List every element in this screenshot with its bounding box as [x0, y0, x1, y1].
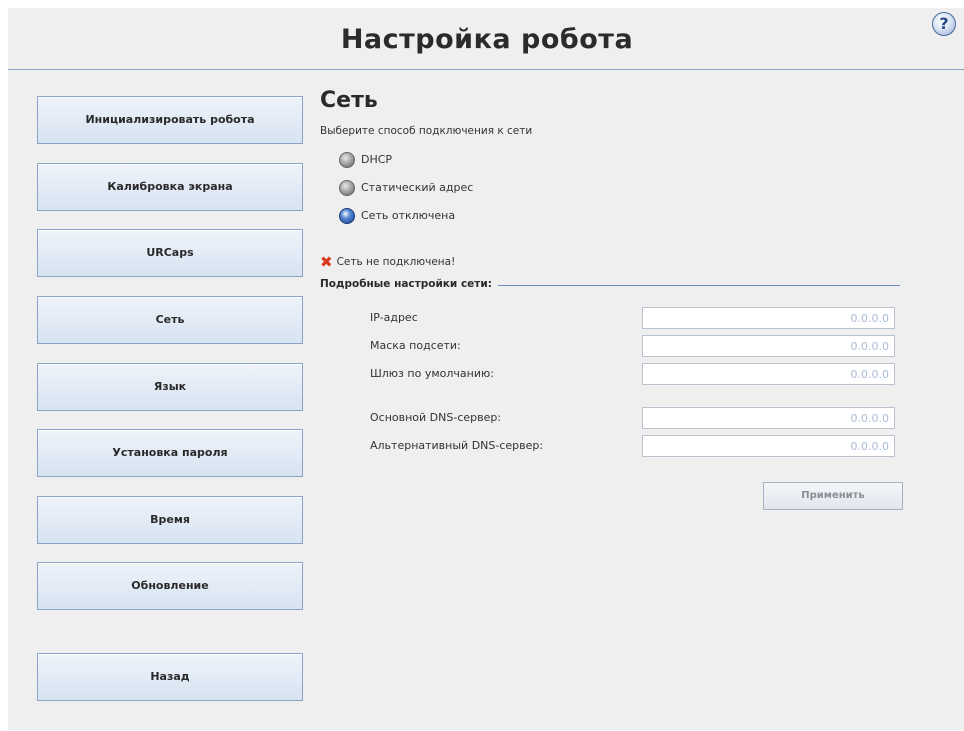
subnet-mask-input[interactable]: [642, 335, 895, 357]
network-button[interactable]: Сеть: [37, 296, 303, 344]
details-heading: Подробные настройки сети:: [320, 278, 498, 290]
status-text: Сеть не подключена!: [336, 256, 456, 268]
time-button[interactable]: Время: [37, 496, 303, 544]
subnet-mask-label: Маска подсети:: [370, 339, 461, 352]
page-title: Настройка робота: [340, 24, 634, 55]
help-icon[interactable]: ?: [932, 12, 956, 36]
radio-selected-icon: [339, 208, 355, 224]
radio-static-address[interactable]: Статический адрес: [339, 179, 473, 197]
alternate-dns-input[interactable]: [642, 435, 895, 457]
init-robot-button[interactable]: Инициализировать робота: [37, 96, 303, 144]
apply-button[interactable]: Применить: [763, 482, 903, 510]
back-button[interactable]: Назад: [37, 653, 303, 701]
section-title: Сеть: [320, 88, 378, 113]
update-button[interactable]: Обновление: [37, 562, 303, 610]
radio-unselected-icon: [339, 180, 355, 196]
radio-network-disabled[interactable]: Сеть отключена: [339, 207, 455, 225]
ip-address-input[interactable]: [642, 307, 895, 329]
primary-dns-input[interactable]: [642, 407, 895, 429]
radio-label: Статический адрес: [361, 181, 474, 194]
radio-label: Сеть отключена: [361, 209, 456, 222]
language-button[interactable]: Язык: [37, 363, 303, 411]
radio-unselected-icon: [339, 152, 355, 168]
urcaps-button[interactable]: URCaps: [37, 229, 303, 277]
radio-label: DHCP: [361, 153, 393, 166]
default-gateway-label: Шлюз по умолчанию:: [370, 367, 494, 380]
network-status: ✖ Сеть не подключена!: [320, 254, 455, 270]
ip-address-label: IP-адрес: [370, 311, 418, 324]
alternate-dns-label: Альтернативный DNS-сервер:: [370, 439, 544, 452]
default-gateway-input[interactable]: [642, 363, 895, 385]
header: Настройка робота ?: [8, 8, 964, 70]
section-subtitle: Выберите способ подключения к сети: [320, 125, 533, 137]
radio-dhcp[interactable]: DHCP: [339, 151, 392, 169]
primary-dns-label: Основной DNS-сервер:: [370, 411, 502, 424]
error-x-icon: ✖: [320, 253, 333, 271]
set-password-button[interactable]: Установка пароля: [37, 429, 303, 477]
settings-window: Настройка робота ? Инициализировать робо…: [8, 8, 964, 730]
screen-calibration-button[interactable]: Калибровка экрана: [37, 163, 303, 211]
